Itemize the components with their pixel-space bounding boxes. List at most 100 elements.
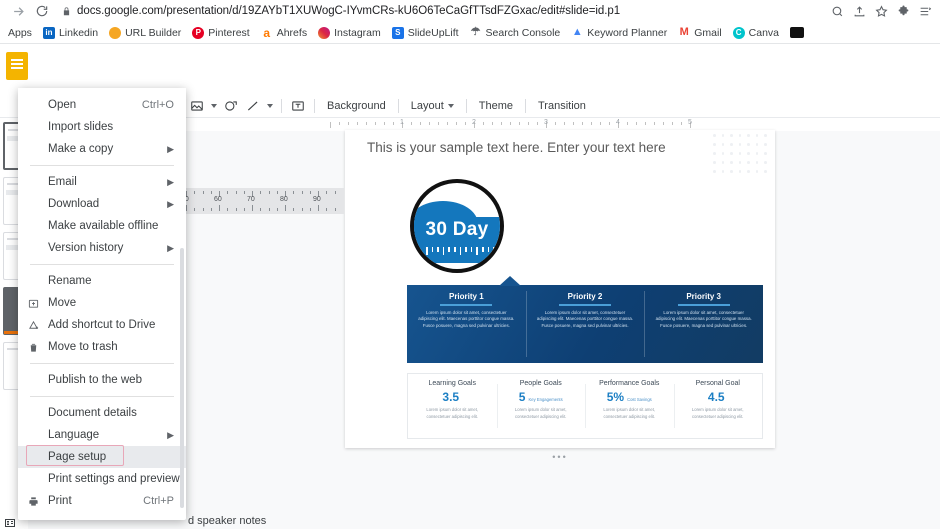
line-icon[interactable]	[242, 96, 264, 116]
slide-title-text[interactable]: This is your sample text here. Enter you…	[367, 140, 666, 155]
image-dropdown-caret[interactable]	[208, 96, 220, 116]
toolbar-divider	[525, 99, 526, 113]
measure-tick	[302, 208, 303, 211]
decorative-dot-grid	[713, 134, 773, 176]
bookmark-label: Linkedin	[59, 27, 98, 39]
goal-body: Lorem ipsum dolor sit amet, consectetuer…	[414, 407, 491, 420]
forward-arrow-icon[interactable]	[8, 1, 28, 21]
share-icon[interactable]	[853, 5, 866, 18]
shape-icon[interactable]	[220, 96, 242, 116]
file-menu-item-rename[interactable]: Rename	[18, 270, 186, 292]
bookmark-instagram[interactable]: Instagram	[318, 27, 381, 39]
grid-dot	[756, 143, 759, 146]
background-button[interactable]: Background	[320, 100, 393, 112]
goal-value: 4.5	[708, 391, 725, 403]
measure-tick	[277, 208, 278, 211]
slide-canvas[interactable]: This is your sample text here. Enter you…	[345, 130, 775, 448]
notes-resize-handle[interactable]: •••	[552, 452, 567, 462]
transition-button[interactable]: Transition	[531, 100, 593, 112]
priority-body: Lorem ipsum dolor sit amet, consectetuer…	[654, 310, 753, 330]
bookmark-search-console[interactable]: ☂ Search Console	[470, 27, 561, 39]
file-menu-item-version-history[interactable]: Version history▶	[18, 237, 186, 259]
file-menu-item-add-shortcut-to-drive[interactable]: Add shortcut to Drive	[18, 314, 186, 336]
measure-tick	[293, 191, 294, 194]
theme-button[interactable]: Theme	[472, 100, 520, 112]
menu-item-label: Document details	[48, 407, 174, 419]
file-menu-dropdown[interactable]: OpenCtrl+OImport slidesMake a copy▶ Email…	[18, 88, 186, 520]
file-menu-item-make-a-copy[interactable]: Make a copy▶	[18, 138, 186, 160]
bookmark-canva[interactable]: C Canva	[733, 27, 779, 39]
measure-tick	[335, 208, 336, 211]
bookmark-keyword-planner[interactable]: ▲ Keyword Planner	[571, 27, 667, 39]
goal-heading: Personal Goal	[680, 380, 757, 387]
priority-card[interactable]: Priority 3 Lorem ipsum dolor sit amet, c…	[644, 285, 763, 363]
file-menu-item-download[interactable]: Download▶	[18, 193, 186, 215]
measure-tick	[244, 191, 245, 194]
goal-heading: Learning Goals	[414, 380, 491, 387]
bookmark-url-builder[interactable]: URL Builder	[109, 27, 181, 39]
image-icon[interactable]	[186, 96, 208, 116]
ruler-number: 1	[400, 119, 404, 126]
explore-icon[interactable]	[4, 516, 16, 529]
menu-separator	[30, 165, 174, 166]
ruler-tick	[483, 122, 484, 125]
goal-card[interactable]: Personal Goal 4.5 Lorem ipsum dolor sit …	[674, 380, 763, 432]
priority-card[interactable]: Priority 1 Lorem ipsum dolor sit amet, c…	[407, 285, 526, 363]
priority-body: Lorem ipsum dolor sit amet, consectetuer…	[536, 310, 635, 330]
ruler-tick	[510, 122, 511, 125]
toolbar-divider	[466, 99, 467, 113]
file-menu-item-open[interactable]: OpenCtrl+O	[18, 94, 186, 116]
goal-card[interactable]: Performance Goals 5% Cost Savings Lorem …	[585, 380, 674, 432]
menu-item-label: Version history	[48, 242, 159, 254]
goal-card[interactable]: Learning Goals 3.5 Lorem ipsum dolor sit…	[408, 380, 497, 432]
ruler-number: 5	[688, 119, 692, 126]
bookmark-linkedin[interactable]: in Linkedin	[43, 27, 98, 39]
bookmark-apps[interactable]: Apps	[8, 27, 32, 39]
measure-tick	[310, 208, 311, 211]
bookmark-gmail[interactable]: M Gmail	[678, 27, 721, 39]
thirty-day-badge[interactable]: 30 Day	[410, 179, 504, 273]
puzzle-icon[interactable]	[897, 5, 910, 18]
grid-dot	[739, 161, 742, 164]
file-menu-item-page-setup[interactable]: Page setup	[18, 446, 186, 468]
file-menu-item-publish-to-the-web[interactable]: Publish to the web	[18, 369, 186, 391]
line-dropdown-caret[interactable]	[264, 96, 276, 116]
file-menu-item-print-settings-and-preview[interactable]: Print settings and preview	[18, 468, 186, 490]
layout-button[interactable]: Layout	[404, 100, 461, 112]
move-icon	[28, 298, 46, 309]
file-menu-item-move-to-trash[interactable]: Move to trash	[18, 336, 186, 358]
ruler-tick	[465, 122, 466, 125]
menu-item-label: Download	[48, 198, 159, 210]
file-menu-item-email[interactable]: Email▶	[18, 171, 186, 193]
badge-tick	[476, 247, 478, 255]
bookmark-ahrefs[interactable]: a Ahrefs	[261, 27, 307, 39]
address-bar[interactable]: docs.google.com/presentation/d/19ZAYbT1X…	[62, 2, 823, 20]
file-menu-item-language[interactable]: Language▶	[18, 424, 186, 446]
bookmark-more[interactable]	[790, 27, 804, 38]
file-menu-item-make-available-offline[interactable]: Make available offline	[18, 215, 186, 237]
ahrefs-icon: a	[261, 27, 273, 39]
priority-card[interactable]: Priority 2 Lorem ipsum dolor sit amet, c…	[526, 285, 645, 363]
file-menu-item-import-slides[interactable]: Import slides	[18, 116, 186, 138]
search-icon[interactable]	[831, 5, 844, 18]
goal-card[interactable]: People Goals 5 Key Engagements Lorem ips…	[497, 380, 586, 432]
file-menu-item-print[interactable]: PrintCtrl+P	[18, 490, 186, 512]
ruler-tick	[537, 122, 538, 125]
menu-item-label: Language	[48, 429, 159, 441]
bookmark-slideuplift[interactable]: S SlideUpLift	[392, 27, 459, 39]
measure-tick	[260, 208, 261, 211]
measure-tick	[293, 208, 294, 211]
bookmarks-bar: Apps in Linkedin URL Builder P Pinterest…	[0, 22, 940, 44]
file-menu-item-document-details[interactable]: Document details	[18, 402, 186, 424]
grid-dot	[747, 170, 750, 173]
measure-tick	[236, 191, 237, 194]
file-menu-item-move[interactable]: Move	[18, 292, 186, 314]
star-icon[interactable]	[875, 5, 888, 18]
reload-icon[interactable]	[32, 1, 52, 21]
dropdown-scrollbar[interactable]	[180, 248, 184, 508]
bookmark-pinterest[interactable]: P Pinterest	[192, 27, 249, 39]
browser-menu-icon[interactable]	[919, 5, 932, 18]
goals-panel: Learning Goals 3.5 Lorem ipsum dolor sit…	[407, 373, 763, 439]
grid-dot	[722, 161, 725, 164]
textbox-icon[interactable]	[287, 96, 309, 116]
